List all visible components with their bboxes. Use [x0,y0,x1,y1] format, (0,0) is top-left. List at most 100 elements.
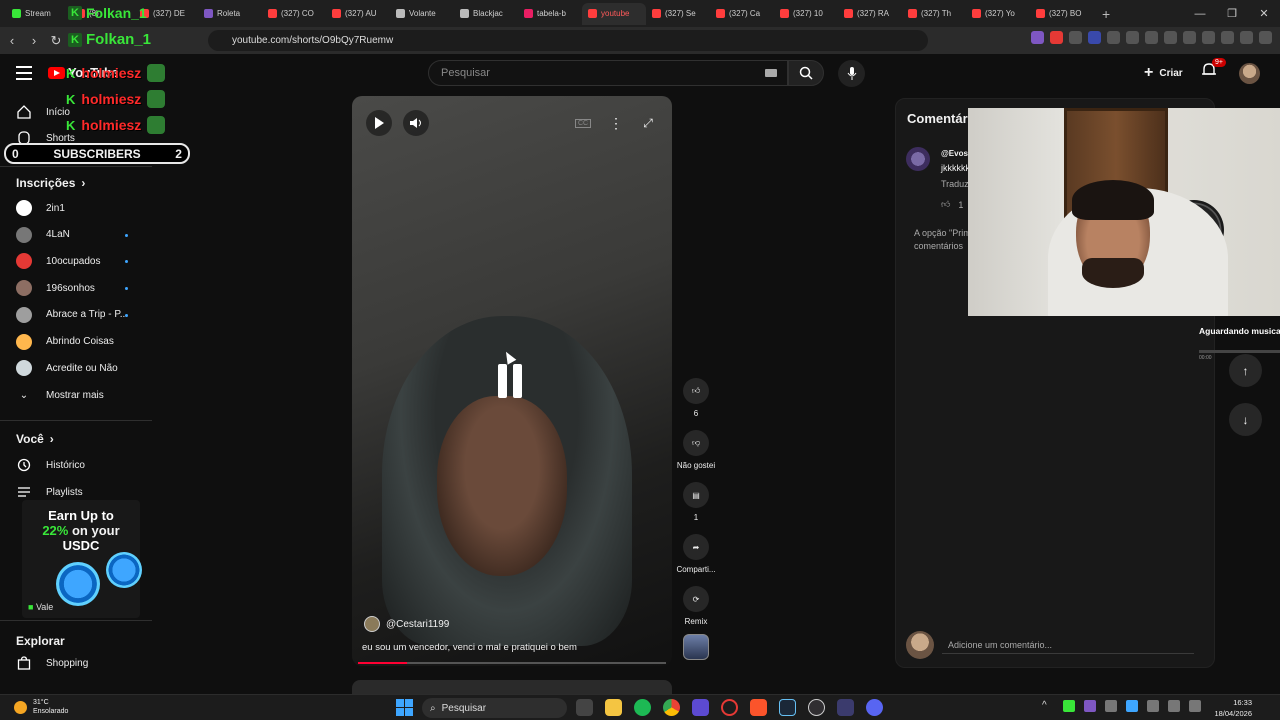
taskbar-clock[interactable]: 16:33 18/04/2026 [1208,697,1252,719]
play-button[interactable] [366,110,392,136]
browser-tab[interactable]: Volante [390,3,454,25]
sidebar-channel-item[interactable]: 10ocupados [16,251,146,271]
sidebar-channel-item[interactable]: 2in1 [16,198,146,218]
sidebar-channel-item[interactable]: 4LaN [16,225,146,245]
thumbs-up-icon[interactable]: 👍︎ [941,199,950,210]
file-explorer-icon[interactable] [605,699,622,716]
restore-icon[interactable]: ❐ [1216,0,1248,27]
sidebar-channel-item[interactable]: Abrindo Coisas [16,332,146,352]
tray-app-icon[interactable] [1105,700,1117,712]
search-input[interactable]: Pesquisar [428,60,788,86]
sidebar-channel-item[interactable]: Acredite ou Não [16,358,146,378]
extension-icon[interactable] [1202,31,1215,44]
share-button[interactable]: ➦ Comparti... [676,534,716,574]
add-comment-row[interactable]: Adicione um comentário... [906,631,1196,659]
extension-icon[interactable] [1107,31,1120,44]
next-short-button[interactable]: ↓ [1229,403,1262,436]
extension-icon[interactable] [1126,31,1139,44]
sidebar-channel-item[interactable]: Abrace a Trip - P... [16,305,146,325]
forward-icon[interactable]: › [24,31,44,51]
browser-tab[interactable]: (327) Se [646,3,710,25]
browser-tab[interactable]: (327) AU [326,3,390,25]
sidebar-channel-item[interactable]: 196sonhos [16,278,146,298]
you-heading[interactable]: Você › [16,432,54,446]
tray-app-icon[interactable] [1084,700,1096,712]
obs-icon[interactable] [808,699,825,716]
taskbar-search[interactable]: ⌕ Pesquisar [422,698,567,718]
browser-tab[interactable]: (327) Ca [710,3,774,25]
extension-icon[interactable] [1031,31,1044,44]
create-button[interactable]: + Criar [1136,62,1191,84]
browser-tab[interactable]: (327) RA [838,3,902,25]
fullscreen-button[interactable]: ⤢ [635,110,661,136]
hamburger-menu-icon[interactable] [16,66,32,84]
browser-tab[interactable]: (327) CO [262,3,326,25]
browser-tab[interactable]: tabela-b [518,3,582,25]
task-view-icon[interactable] [576,699,593,716]
sound-thumbnail[interactable] [676,634,716,660]
sidebar-item-playlists[interactable]: Playlists [16,482,146,502]
close-icon[interactable]: ✕ [1248,0,1280,27]
browser-tab[interactable]: (327) BO [1030,3,1094,25]
shorts-video-player[interactable]: CC ⋮ ⤢ @Cestari1199 eu sou um vencedor, … [352,96,672,666]
browser-tab[interactable]: Stream [6,3,70,25]
weather-widget[interactable]: 31°C Ensolarado [14,698,68,716]
reload-icon[interactable]: ↻ [46,31,66,51]
network-icon[interactable] [1168,700,1180,712]
brave-icon[interactable] [750,699,767,716]
video-progress-bar[interactable] [358,662,666,664]
account-avatar[interactable] [1239,63,1260,84]
app-icon[interactable] [837,699,854,716]
translate-link[interactable]: Traduz [941,179,969,189]
extension-icon[interactable] [1050,31,1063,44]
usdc-ad-overlay[interactable]: Earn Up to 22% on your USDC ■ Vale [22,500,142,618]
back-icon[interactable]: ‹ [2,31,22,51]
extension-icon[interactable] [1088,31,1101,44]
show-more-button[interactable]: ⌄ Mostrar mais [16,385,146,405]
browser-tab[interactable]: (327) Yo [966,3,1030,25]
comments-button[interactable]: ▤ 1 [676,482,716,522]
chrome-icon[interactable] [663,699,680,716]
windows-start-icon[interactable] [396,699,413,716]
keyboard-icon[interactable] [765,69,777,77]
notifications-button[interactable]: 9+ [1202,58,1226,81]
volume-button[interactable] [403,110,429,136]
menu-icon[interactable] [1259,31,1272,44]
tray-app-icon[interactable] [1063,700,1075,712]
browser-tab[interactable]: youtube [582,2,646,25]
browser-tab[interactable]: (327) 10 [774,3,838,25]
url-field[interactable]: youtube.com/shorts/O9bQy7Ruemw [208,30,928,51]
search-button[interactable] [788,60,824,86]
volume-icon[interactable] [1189,700,1201,712]
extension-icon[interactable] [1221,31,1234,44]
extension-icon[interactable] [1069,31,1082,44]
subscriptions-heading[interactable]: Inscrições › [16,176,85,190]
steam-icon[interactable] [779,699,796,716]
remix-button[interactable]: ⟳ Remix [676,586,716,626]
bluetooth-icon[interactable] [1126,700,1138,712]
apps-grid-icon[interactable] [692,699,709,716]
spotify-icon[interactable] [634,699,651,716]
captions-button[interactable]: CC [570,110,596,136]
extension-icon[interactable] [1145,31,1158,44]
dislike-button[interactable]: 👎︎ Não gostei [676,430,716,470]
extension-icon[interactable] [1240,31,1253,44]
browser-tab[interactable]: Roleta [198,3,262,25]
extension-icon[interactable] [1183,31,1196,44]
like-button[interactable]: 👍︎ 6 [676,378,716,418]
tray-app-icon[interactable] [1147,700,1159,712]
opera-icon[interactable] [721,699,738,716]
more-options-button[interactable]: ⋮ [603,110,629,136]
chevron-up-icon[interactable]: ^ [1042,700,1054,712]
microphone-button[interactable] [838,60,865,87]
discord-icon[interactable] [866,699,883,716]
sidebar-item-inicio[interactable]: Início [16,102,146,122]
new-tab-icon[interactable]: + [1102,6,1110,22]
browser-tab[interactable]: (327) Th [902,3,966,25]
video-author[interactable]: @Cestari1199 [364,616,449,632]
pause-icon[interactable] [498,364,522,398]
sidebar-item-shopping[interactable]: Shopping [16,653,146,673]
minimize-icon[interactable]: — [1184,0,1216,27]
previous-short-button[interactable]: ↑ [1229,354,1262,387]
browser-tab[interactable]: Blackjac [454,3,518,25]
